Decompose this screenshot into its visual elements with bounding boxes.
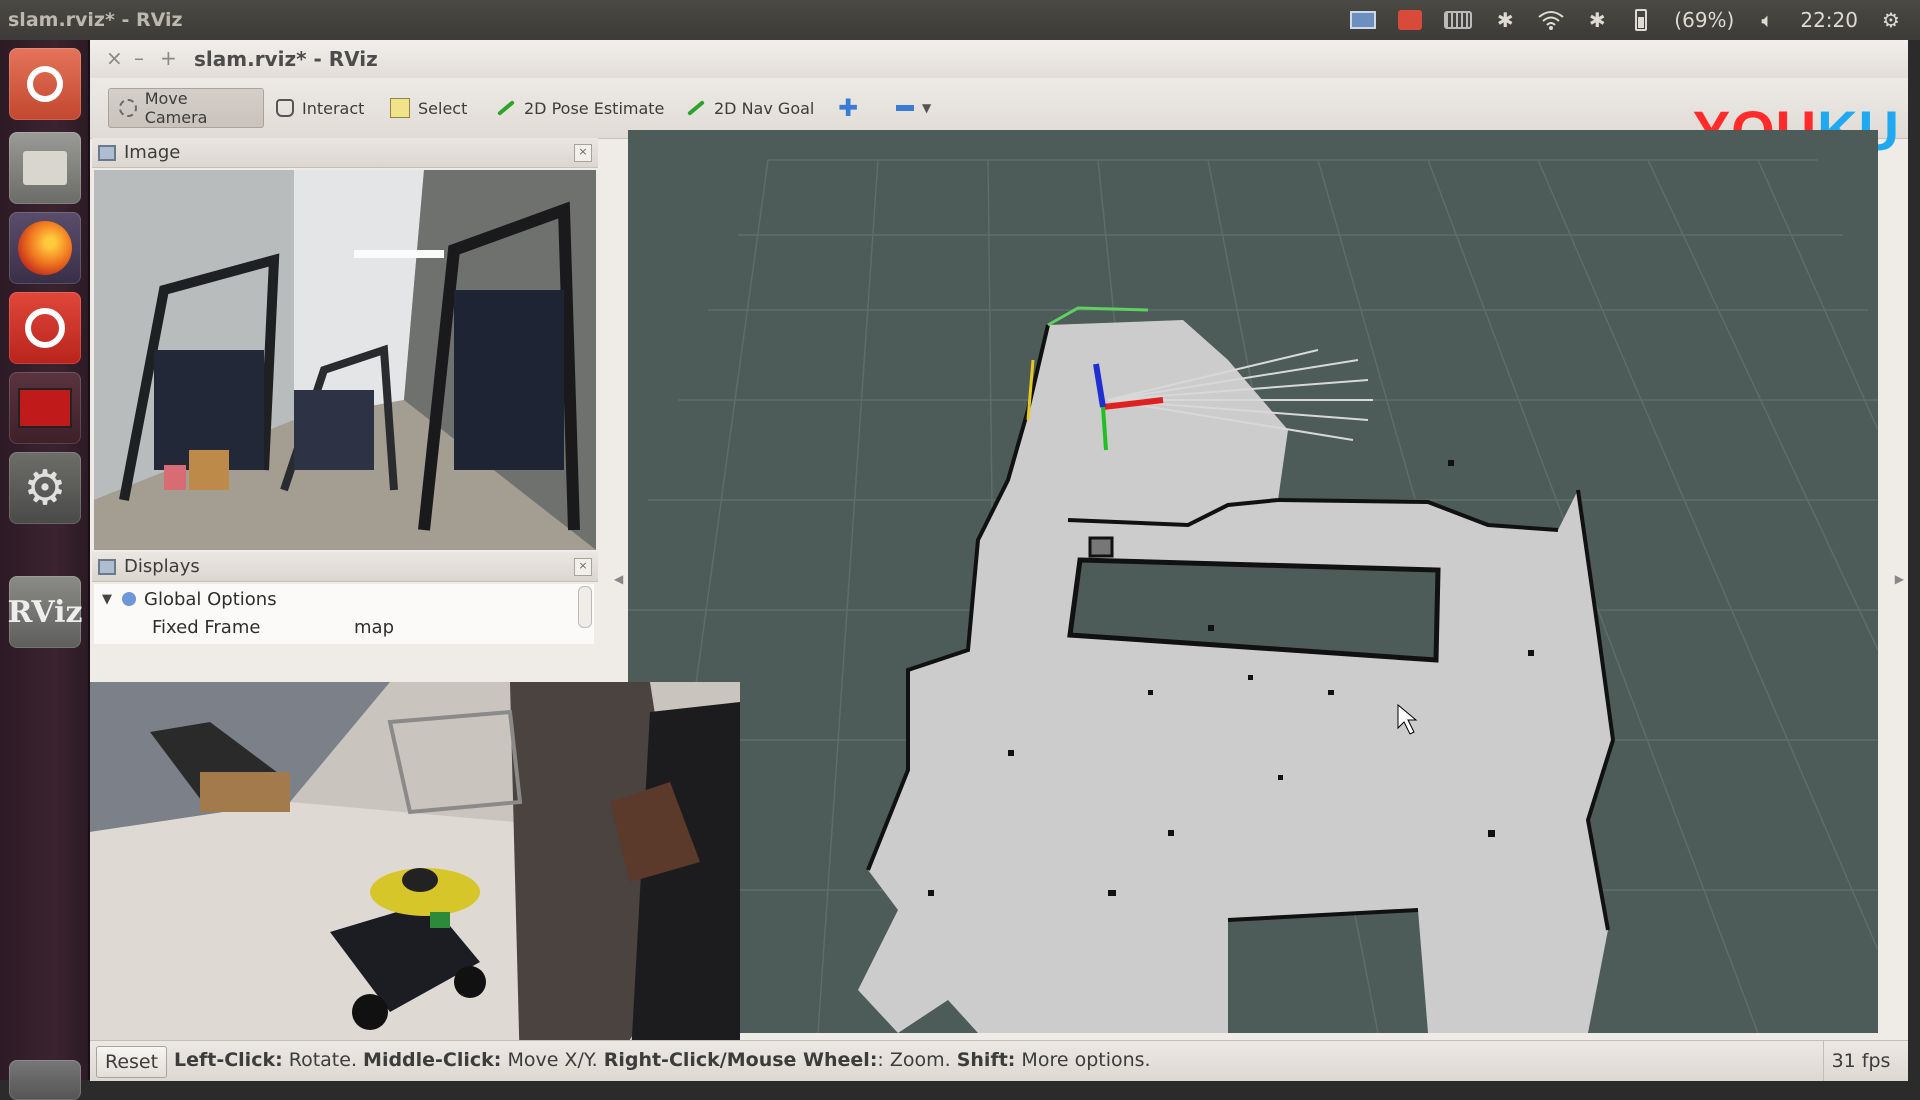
hint-shift-key: Shift: <box>956 1049 1016 1071</box>
move-camera-label: Move Camera <box>144 89 208 127</box>
keyboard-icon[interactable] <box>1444 8 1473 32</box>
ubuntu-dash-icon[interactable] <box>9 48 81 120</box>
pose-estimate-label: 2D Pose Estimate <box>524 98 665 118</box>
add-tool-button[interactable]: ✚ <box>828 88 868 128</box>
files-icon[interactable] <box>9 132 81 204</box>
video-overlay <box>90 682 740 1072</box>
select-icon <box>390 98 410 118</box>
scrollbar[interactable] <box>578 586 592 628</box>
fixed-frame-value-text: map <box>354 616 394 638</box>
settings-icon[interactable]: ⚙ <box>9 452 81 524</box>
minus-icon <box>896 105 914 111</box>
image-panel: Image × <box>92 138 598 584</box>
bluetooth-icon[interactable]: ✱ <box>1494 8 1516 32</box>
mouse-hint: Left-Click: Rotate. Middle-Click: Move X… <box>174 1049 1151 1071</box>
minimize-icon[interactable]: – <box>134 46 144 70</box>
music-icon[interactable] <box>9 292 81 364</box>
tree-row-fixed-frame[interactable]: Fixed Frame <box>152 614 260 640</box>
wifi-icon[interactable] <box>1538 8 1564 32</box>
expand-arrow-icon[interactable]: ▼ <box>102 592 112 607</box>
firefox-icon[interactable] <box>9 212 81 284</box>
3d-viewport[interactable] <box>628 130 1878 1033</box>
system-tray: ✱ ✱ (69%) 🔈︎ 22:20 ⚙ <box>1350 0 1902 40</box>
gear-icon[interactable]: ⚙ <box>1880 8 1902 32</box>
select-button[interactable]: Select <box>380 88 477 128</box>
hint-right-key: Right-Click/Mouse Wheel: <box>603 1049 878 1071</box>
hint-shift-text: More options. <box>1015 1049 1151 1071</box>
interact-button[interactable]: Interact <box>266 88 374 128</box>
top-panel-title: slam.rviz* - RViz <box>8 9 183 31</box>
close-icon[interactable]: × <box>574 144 592 162</box>
hint-right-text: : Zoom. <box>877 1049 957 1071</box>
displays-panel: Displays × ▼ Global Options Fixed Frame … <box>92 552 598 682</box>
nav-goal-button[interactable]: 2D Nav Goal <box>676 88 824 128</box>
interact-label: Interact <box>302 98 365 118</box>
clock[interactable]: 22:20 <box>1800 8 1858 32</box>
reset-button[interactable]: Reset <box>96 1046 168 1078</box>
hand-icon <box>276 99 294 117</box>
maximize-icon[interactable]: + <box>160 46 177 70</box>
move-camera-button[interactable]: Move Camera <box>108 88 264 128</box>
right-panel-expand-icon[interactable]: ▶ <box>1895 572 1904 586</box>
hint-left-text: Rotate. <box>282 1049 364 1071</box>
window-title: slam.rviz* - RViz <box>194 47 378 71</box>
rviz-icon[interactable]: RViz <box>7 576 83 648</box>
record-icon[interactable] <box>1398 8 1423 32</box>
fixed-frame-label: Fixed Frame <box>152 616 261 638</box>
pose-estimate-button[interactable]: 2D Pose Estimate <box>486 88 674 128</box>
trash-icon[interactable] <box>9 1060 81 1100</box>
close-icon[interactable]: × <box>574 558 592 576</box>
plus-icon: ✚ <box>838 94 859 122</box>
close-icon[interactable]: × <box>106 46 123 70</box>
battery-icon[interactable] <box>1630 8 1652 32</box>
image-panel-icon <box>98 144 116 161</box>
select-label: Select <box>418 98 468 118</box>
fps-counter: 31 fps <box>1823 1041 1898 1081</box>
remove-tool-button[interactable]: ▼ <box>886 88 941 128</box>
top-panel: slam.rviz* - RViz ✱ ✱ (69%) 🔈︎ 22:20 ⚙ <box>0 0 1920 40</box>
fixed-frame-value[interactable]: map <box>354 614 394 640</box>
launcher: ⚙ RViz <box>0 40 90 1100</box>
window-titlebar: × – + slam.rviz* - RViz <box>90 40 1908 78</box>
status-bar: Reset Left-Click: Rotate. Middle-Click: … <box>90 1040 1908 1081</box>
move-camera-icon <box>119 99 137 117</box>
global-options-label: Global Options <box>144 588 277 610</box>
displays-panel-header: Displays × <box>92 552 598 582</box>
volume-icon[interactable]: 🔈︎ <box>1756 8 1778 32</box>
splitter-collapse-icon[interactable]: ◀ <box>614 572 623 586</box>
green-arrow-icon <box>687 100 705 116</box>
tree-row-global-options[interactable]: ▼ Global Options <box>102 586 277 612</box>
display-icon[interactable] <box>1350 8 1377 32</box>
battery-percent: (69%) <box>1674 8 1735 32</box>
image-panel-header: Image × <box>92 138 598 168</box>
hint-middle-text: Move X/Y. <box>501 1049 604 1071</box>
nav-goal-label: 2D Nav Goal <box>714 98 815 118</box>
hint-left-key: Left-Click: <box>174 1049 283 1071</box>
rviz-window: × – + slam.rviz* - RViz Move Camera Inte… <box>90 40 1908 1081</box>
image-panel-title: Image <box>124 142 181 163</box>
chevron-down-icon: ▼ <box>922 101 932 115</box>
monitor-icon <box>98 558 116 575</box>
screen-recorder-icon[interactable] <box>9 372 81 444</box>
bluetooth-icon[interactable]: ✱ <box>1586 8 1608 32</box>
hint-middle-key: Middle-Click: <box>363 1049 502 1071</box>
displays-tree: ▼ Global Options Fixed Frame map <box>94 584 594 644</box>
displays-panel-title: Displays <box>124 556 200 577</box>
globe-icon <box>122 592 136 606</box>
green-arrow-icon <box>497 100 515 116</box>
camera-image <box>94 170 596 550</box>
